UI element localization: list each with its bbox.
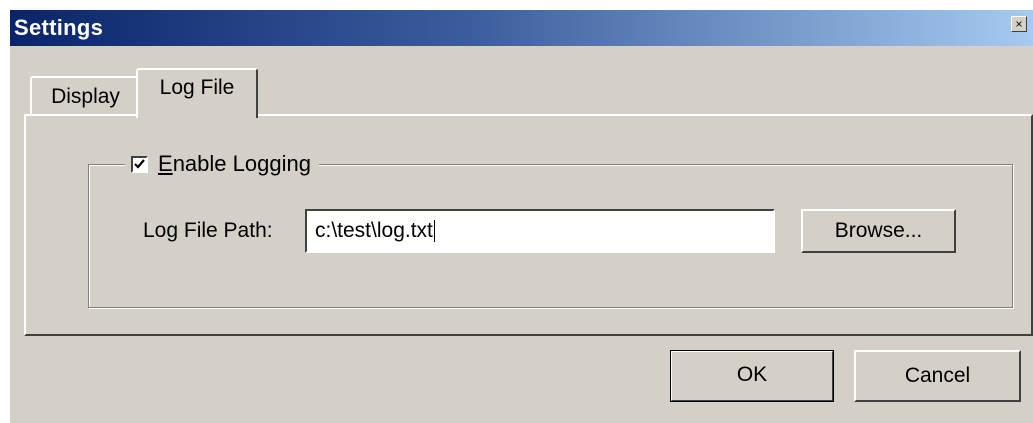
tab-log-file-label: Log File (159, 76, 235, 99)
enable-logging-label: Enable Logging (158, 151, 311, 177)
logging-groupbox: Enable Logging Log File Path: c:\test\lo… (88, 149, 1013, 308)
enable-logging-checkbox[interactable] (131, 155, 148, 173)
enable-logging-mnemonic: E (158, 151, 173, 176)
enable-logging-label-rest: nable Logging (172, 151, 311, 176)
ok-button[interactable]: OK (670, 350, 834, 402)
close-icon: × (1015, 17, 1023, 31)
browse-button[interactable]: Browse... (801, 209, 956, 253)
close-button[interactable]: × (1011, 16, 1027, 32)
log-file-path-label: Log File Path: (143, 219, 273, 242)
enable-logging-option[interactable]: Enable Logging (125, 149, 319, 179)
log-file-panel: Enable Logging Log File Path: c:\test\lo… (24, 114, 1033, 336)
tab-display-label: Display (51, 85, 120, 108)
tab-log-file[interactable]: Log File (136, 68, 258, 118)
cancel-button[interactable]: Cancel (854, 350, 1021, 402)
dialog-title: Settings (14, 15, 104, 40)
log-file-path-input[interactable]: c:\test\log.txt (305, 209, 775, 253)
checkmark-icon (134, 158, 145, 169)
log-file-path-value: c:\test\log.txt (315, 219, 433, 242)
text-caret (433, 220, 435, 243)
tab-display[interactable]: Display (30, 76, 141, 114)
settings-dialog: Settings × Display Log File Enable Loggi… (10, 10, 1033, 423)
title-bar[interactable]: Settings × (10, 10, 1033, 46)
